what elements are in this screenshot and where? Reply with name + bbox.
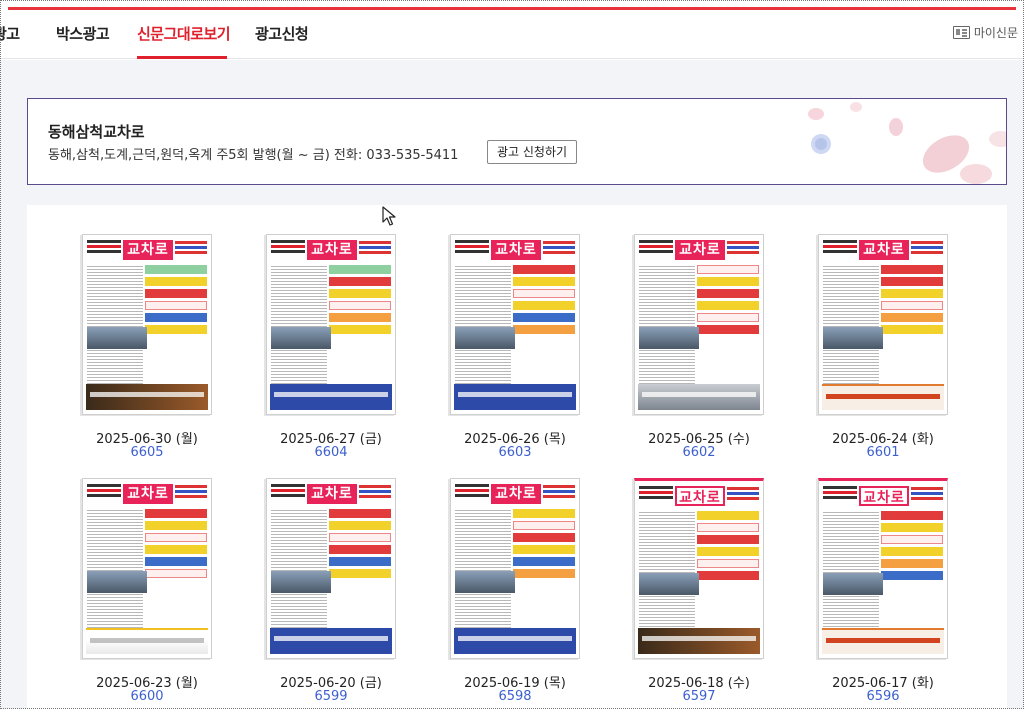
newspaper-thumbnail[interactable]: 교차로 — [82, 234, 212, 415]
paper-issue-number[interactable]: 6601 — [788, 445, 978, 460]
newspaper-thumbnail[interactable]: 교차로 — [450, 478, 580, 659]
newspaper-thumbnail[interactable]: 교차로 — [82, 478, 212, 659]
paper-issue-number[interactable]: 6600 — [52, 689, 242, 704]
nav-item-ad-request[interactable]: 광고신청 — [255, 23, 309, 44]
main-content: 동해삼척교차로 동해,삼척,도계,근덕,원덕,옥계 주5회 발행(월 ~ 금) … — [0, 60, 1024, 709]
mypage-link[interactable]: 마이신문 — [952, 24, 1018, 41]
top-navigation: 광고 박스광고 신문그대로보기 광고신청 마이신문 — [0, 10, 1024, 59]
newspaper-thumbnail[interactable]: 교차로 — [266, 234, 396, 415]
publication-title: 동해삼척교차로 — [48, 123, 145, 141]
paper-logo: 교차로 — [675, 486, 725, 506]
newspaper-thumbnail[interactable]: 교차로 — [266, 478, 396, 659]
paper-issue-number[interactable]: 6598 — [420, 689, 610, 704]
publication-description: 동해,삼척,도계,근덕,원덕,옥계 주5회 발행(월 ~ 금) 전화: 033-… — [48, 148, 459, 163]
paper-issue-number[interactable]: 6597 — [604, 689, 794, 704]
paper-logo: 교차로 — [491, 484, 541, 504]
newspaper-icon — [952, 26, 970, 39]
paper-logo: 교차로 — [123, 240, 173, 260]
newspaper-thumbnail[interactable]: 교차로 — [818, 478, 948, 659]
nav-item-box-ad[interactable]: 박스광고 — [56, 23, 110, 44]
mouse-pointer-icon — [382, 206, 396, 226]
paper-logo: 교차로 — [307, 484, 357, 504]
paper-logo: 교차로 — [675, 240, 725, 260]
mypage-label: 마이신문 — [973, 26, 1018, 40]
paper-logo: 교차로 — [491, 240, 541, 260]
paper-issue-number[interactable]: 6599 — [236, 689, 426, 704]
paper-issue-number[interactable]: 6605 — [52, 445, 242, 460]
newspaper-thumbnail[interactable]: 교차로 — [818, 234, 948, 415]
paper-issue-number[interactable]: 6603 — [420, 445, 610, 460]
newspaper-grid: 교차로 2025-06-30 (월) 6605 교차로 2025-06-27 (… — [27, 205, 1007, 709]
paper-logo: 교차로 — [307, 240, 357, 260]
active-tab-indicator — [137, 56, 227, 59]
paper-issue-number[interactable]: 6604 — [236, 445, 426, 460]
paper-issue-number[interactable]: 6596 — [788, 689, 978, 704]
paper-issue-number[interactable]: 6602 — [604, 445, 794, 460]
ad-request-button[interactable]: 광고 신청하기 — [487, 140, 578, 164]
paper-logo: 교차로 — [859, 240, 909, 260]
newspaper-thumbnail[interactable]: 교차로 — [634, 234, 764, 415]
paper-logo: 교차로 — [859, 486, 909, 506]
publication-info-box: 동해삼척교차로 동해,삼척,도계,근덕,원덕,옥계 주5회 발행(월 ~ 금) … — [27, 98, 1007, 185]
newspaper-thumbnail[interactable]: 교차로 — [450, 234, 580, 415]
nav-item-ad[interactable]: 광고 — [0, 23, 20, 44]
nav-item-newspaper-view[interactable]: 신문그대로보기 — [137, 23, 231, 44]
newspaper-thumbnail[interactable]: 교차로 — [634, 478, 764, 659]
paper-logo: 교차로 — [123, 484, 173, 504]
flower-decoration — [808, 102, 1006, 184]
